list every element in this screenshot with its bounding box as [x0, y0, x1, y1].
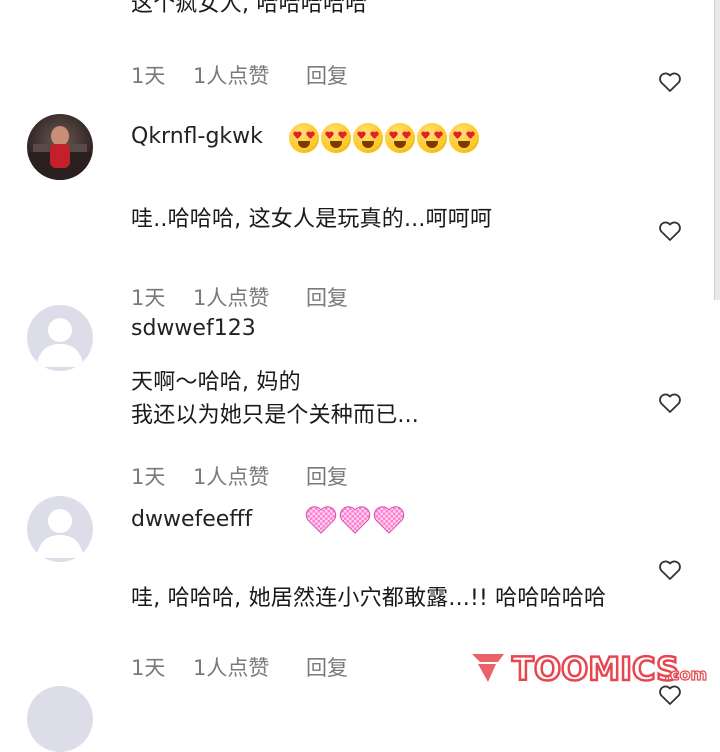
reply-button[interactable]: 回复 — [306, 461, 348, 491]
comment-time: 1天 — [131, 465, 166, 489]
heart-eyes-emoji — [289, 123, 319, 153]
like-count-button[interactable]: 1人点赞 — [193, 60, 269, 90]
like-count-button[interactable]: 1人点赞 — [193, 652, 269, 682]
comment-time: 1天 — [131, 656, 166, 680]
emoji-row — [305, 505, 405, 535]
emoji-row — [289, 123, 479, 153]
username[interactable]: Qkrnfl-gkwk — [131, 124, 263, 149]
comment-text: 哇, 哈哈哈, 她居然连小穴都敢露...!! 哈哈哈哈哈 — [131, 586, 607, 611]
heart-eyes-emoji — [353, 123, 383, 153]
comment-text: 这个疯女人, 哈哈哈哈哈 — [131, 0, 368, 17]
like-count-button[interactable]: 1人点赞 — [193, 282, 269, 312]
avatar[interactable] — [27, 496, 93, 562]
reply-button[interactable]: 回复 — [306, 282, 348, 312]
watermark-suffix: .com — [664, 665, 707, 684]
like-heart-icon[interactable] — [658, 559, 682, 581]
avatar[interactable] — [27, 114, 93, 180]
username[interactable]: sdwwef123 — [131, 316, 256, 341]
heart-eyes-emoji — [321, 123, 351, 153]
comment-time: 1天 — [131, 286, 166, 310]
like-heart-icon[interactable] — [658, 392, 682, 414]
comment-time: 1天 — [131, 64, 166, 88]
watermark-text: TOOMICS — [512, 650, 679, 688]
reply-button[interactable]: 回复 — [306, 652, 348, 682]
reply-button[interactable]: 回复 — [306, 60, 348, 90]
avatar[interactable] — [27, 686, 93, 752]
pink-heart-emoji — [373, 506, 405, 534]
pink-heart-emoji — [305, 506, 337, 534]
pink-heart-emoji — [339, 506, 371, 534]
comment-text: 我还以为她只是个关种而已... — [131, 403, 419, 428]
comment-text: 哇..哈哈哈, 这女人是玩真的...呵呵呵 — [131, 207, 493, 232]
comment-text: 天啊～哈哈, 妈的 — [131, 370, 301, 395]
like-heart-icon[interactable] — [658, 220, 682, 242]
like-heart-icon[interactable] — [658, 71, 682, 93]
avatar[interactable] — [27, 305, 93, 371]
heart-eyes-emoji — [385, 123, 415, 153]
heart-eyes-emoji — [417, 123, 447, 153]
username[interactable]: dwwefeefff — [131, 507, 252, 532]
toomics-watermark-logo: TOOMICS .com — [468, 644, 708, 696]
scrollbar[interactable] — [714, 0, 720, 300]
heart-eyes-emoji — [449, 123, 479, 153]
like-count-button[interactable]: 1人点赞 — [193, 461, 269, 491]
